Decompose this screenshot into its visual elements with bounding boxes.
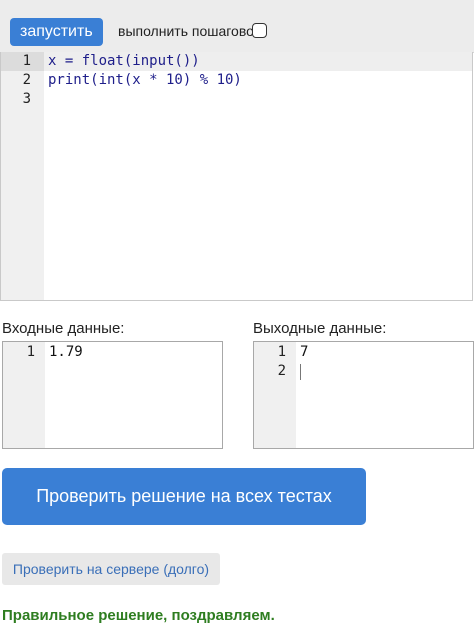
output-value: 7: [300, 344, 309, 360]
input-label: Входные данные:: [2, 320, 125, 337]
line-number: 1: [26, 344, 35, 360]
input-value: 1.79: [49, 344, 83, 360]
output-label: Выходные данные:: [253, 320, 387, 337]
code-text: print(int(x * 10) % 10): [48, 72, 242, 88]
line-number: 1: [22, 53, 31, 69]
code-line: 3: [1, 90, 472, 109]
line-number: 1: [277, 344, 286, 360]
line-number: 2: [22, 72, 31, 88]
output-editor[interactable]: 1 7 2: [253, 341, 474, 449]
text-cursor: [300, 364, 301, 380]
status-message: Правильное решение, поздравляем.: [2, 607, 275, 624]
code-text: x = float(input()): [48, 53, 200, 69]
step-mode-label: выполнить пошагово: [118, 23, 254, 39]
code-line: 1 x = float(input()): [1, 52, 472, 71]
step-mode-checkbox[interactable]: [252, 23, 267, 38]
line-number: 2: [277, 363, 286, 379]
toolbar: запустить выполнить пошагово: [0, 0, 474, 53]
output-line: 1 7: [254, 343, 473, 362]
code-line: 2 print(int(x * 10) % 10): [1, 71, 472, 90]
output-line: 2: [254, 362, 473, 381]
input-editor[interactable]: 1 1.79: [2, 341, 223, 449]
input-line: 1 1.79: [3, 343, 222, 362]
run-button[interactable]: запустить: [10, 18, 103, 46]
check-on-server-button[interactable]: Проверить на сервере (долго): [2, 553, 220, 585]
code-editor[interactable]: 1 x = float(input()) 2 print(int(x * 10)…: [0, 52, 473, 301]
check-all-tests-button[interactable]: Проверить решение на всех тестах: [2, 468, 366, 525]
line-number: 3: [22, 91, 31, 107]
